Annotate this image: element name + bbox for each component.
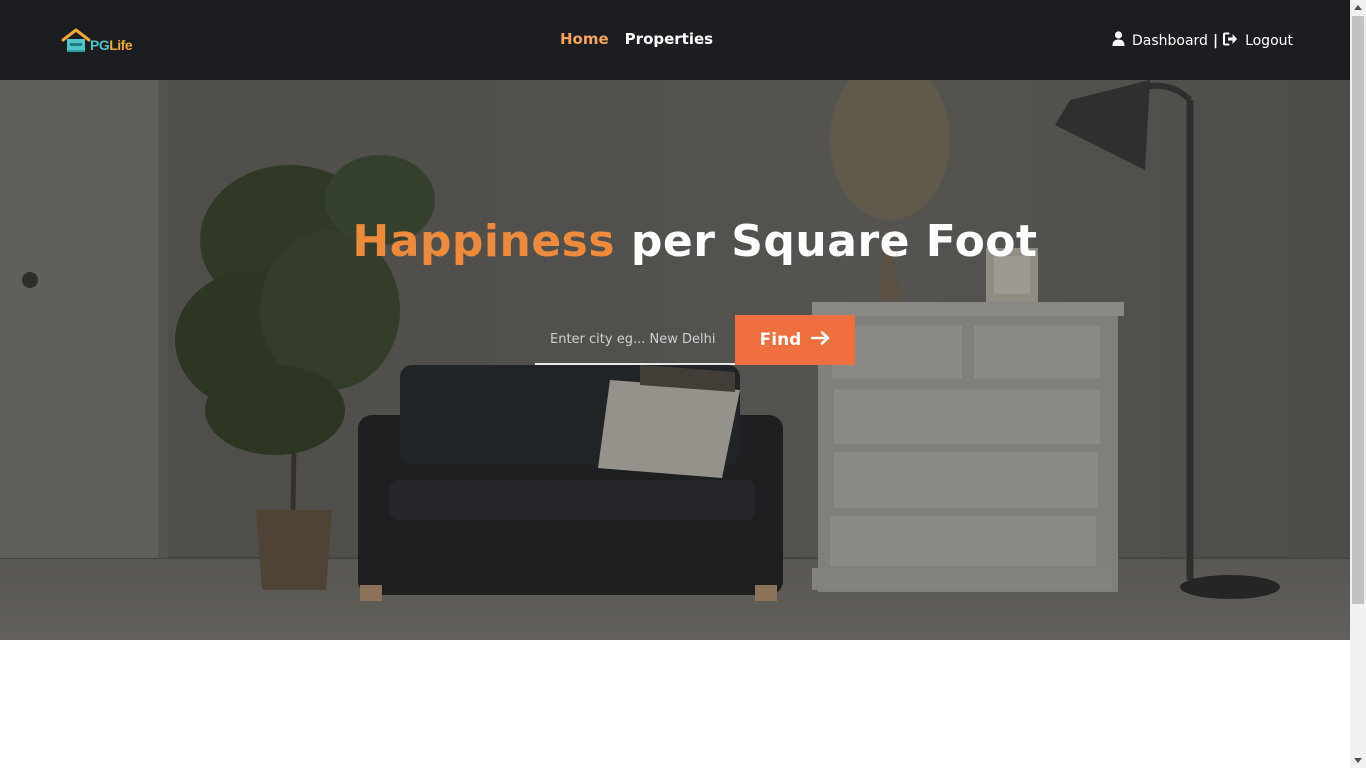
scroll-down-arrow-icon[interactable] [1354,758,1362,763]
logout-label: Logout [1245,32,1293,49]
hero-title-accent: Happiness [352,216,616,267]
nav-link-properties[interactable]: Properties [625,30,713,52]
logo-text-pg: PG [90,37,110,53]
logo[interactable]: PGLife [61,28,141,56]
hero-title-rest: per Square Foot [630,216,1038,267]
arrow-right-icon [801,330,830,350]
sign-out-icon [1223,32,1245,50]
logo-text-life: Life [109,37,133,53]
nav-links: Home Properties [560,30,713,52]
city-search-form: Find [535,315,855,365]
hero-title: Happiness per Square Foot [0,216,1350,267]
scrollbar-thumb[interactable] [1352,16,1364,604]
page: PGLife Home Properties Dashboard | Logou… [0,0,1366,768]
house-icon [61,28,91,54]
find-button-label: Find [759,330,802,350]
city-search-input[interactable] [535,315,735,365]
navbar: PGLife Home Properties Dashboard | Logou… [0,0,1350,80]
nav-link-home[interactable]: Home [560,30,609,52]
dashboard-label: Dashboard [1131,32,1208,49]
user-icon [1112,31,1132,50]
scroll-up-arrow-icon[interactable] [1354,5,1362,10]
nav-separator: | [1212,32,1219,49]
dashboard-link[interactable]: Dashboard [1112,31,1208,50]
page-scrollbar[interactable] [1350,0,1366,768]
logout-link[interactable]: Logout [1223,32,1293,50]
user-menu: Dashboard | Logout [1112,31,1293,50]
find-button[interactable]: Find [735,315,855,365]
hero-banner: Happiness per Square Foot Find [0,80,1350,640]
